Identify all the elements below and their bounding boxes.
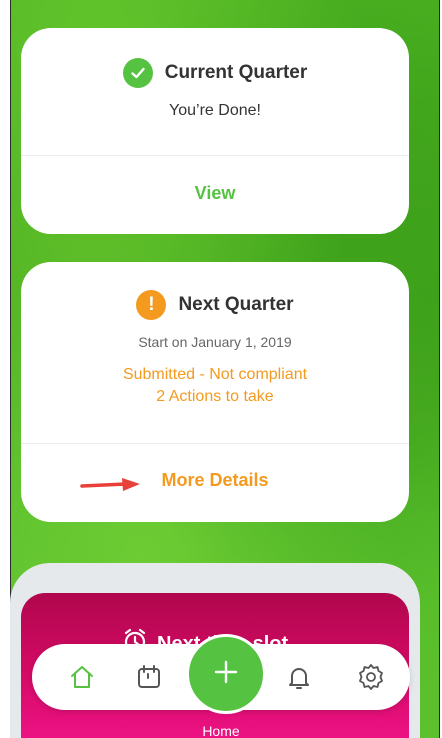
calendar-icon[interactable] xyxy=(133,661,165,693)
view-button[interactable]: View xyxy=(21,183,409,204)
next-quarter-title: Next Quarter xyxy=(178,294,294,315)
current-quarter-header: Current Quarter xyxy=(21,58,409,88)
card-divider xyxy=(21,443,409,444)
actions-count: 2 Actions to take xyxy=(156,388,274,405)
compliance-status: Submitted - Not compliant xyxy=(122,366,308,383)
bell-icon[interactable] xyxy=(283,661,315,693)
arrow-right-icon xyxy=(80,478,140,491)
exclamation-circle-icon: ! xyxy=(136,290,167,320)
next-quarter-status-block: Submitted - Not compliant 2 Actions to t… xyxy=(21,364,409,408)
current-quarter-status: You’re Done! xyxy=(169,102,261,119)
home-label: Home xyxy=(202,723,240,738)
current-quarter-title: Current Quarter xyxy=(164,62,308,83)
next-quarter-start-date: Start on January 1, 2019 xyxy=(138,334,292,350)
add-icon xyxy=(213,659,239,690)
home-icon[interactable] xyxy=(66,661,98,693)
next-quarter-header: ! Next Quarter xyxy=(21,290,409,320)
card-divider xyxy=(21,155,409,156)
check-circle-icon xyxy=(122,58,153,88)
gear-icon[interactable] xyxy=(355,661,387,693)
current-quarter-card: Current Quarter You’re Done! View xyxy=(21,28,409,234)
add-button[interactable] xyxy=(186,634,266,714)
